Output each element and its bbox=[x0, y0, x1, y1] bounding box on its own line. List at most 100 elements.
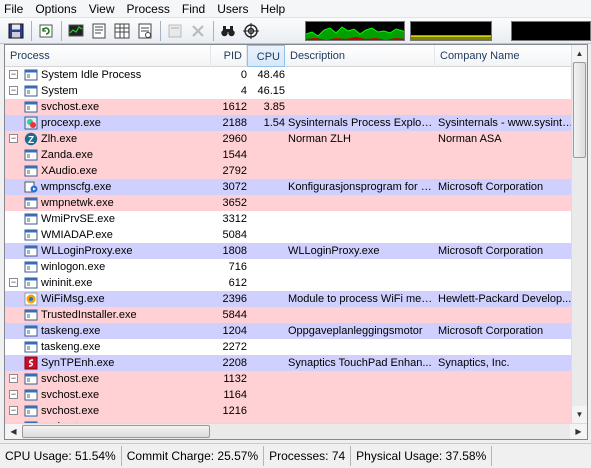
collapse-icon[interactable]: − bbox=[9, 374, 18, 383]
column-header-description[interactable]: Description bbox=[285, 45, 435, 67]
save-icon[interactable] bbox=[6, 21, 26, 41]
process-row[interactable]: WMIADAP.exe 5084 bbox=[5, 227, 575, 243]
process-description bbox=[288, 227, 434, 243]
collapse-icon[interactable]: − bbox=[9, 406, 18, 415]
collapse-icon[interactable]: − bbox=[9, 390, 18, 399]
collapse-icon[interactable]: − bbox=[9, 134, 18, 143]
scroll-up-icon[interactable]: ▲ bbox=[572, 45, 587, 62]
commit-graph[interactable] bbox=[410, 21, 492, 41]
process-row[interactable]: WLLoginProxy.exe 1808 WLLoginProxy.exe Micr… bbox=[5, 243, 575, 259]
process-name: svchost.exe bbox=[41, 405, 100, 417]
horizontal-scrollbar[interactable]: ◀ ▶ bbox=[5, 423, 587, 439]
handle-properties-icon[interactable] bbox=[165, 21, 185, 41]
process-name: procexp.exe bbox=[41, 117, 101, 129]
window-icon bbox=[24, 148, 38, 162]
process-name: System bbox=[41, 85, 78, 97]
menu-help[interactable]: Help bbox=[255, 0, 292, 18]
process-row[interactable]: Zanda.exe 1544 bbox=[5, 147, 575, 163]
process-row[interactable]: taskeng.exe 2272 bbox=[5, 339, 575, 355]
synaptics-icon bbox=[24, 356, 38, 370]
process-row[interactable]: procexp.exe 2188 1.54 Sysinternals Process … bbox=[5, 115, 575, 131]
menu-options[interactable]: Options bbox=[29, 0, 82, 18]
process-row[interactable]: − svchost.exe 1132 bbox=[5, 371, 575, 387]
kill-process-icon[interactable] bbox=[188, 21, 208, 41]
target-icon[interactable] bbox=[241, 21, 261, 41]
tree-view-icon[interactable] bbox=[112, 21, 132, 41]
process-list[interactable]: Process PID CPU Description Company Name… bbox=[4, 44, 588, 440]
cpu-graph[interactable] bbox=[305, 21, 405, 41]
properties-icon[interactable] bbox=[89, 21, 109, 41]
process-row[interactable]: SynTPEnh.exe 2208 Synaptics TouchPad Enhan… bbox=[5, 355, 575, 371]
process-row[interactable]: taskeng.exe 1204 Oppgaveplanleggingsmotor M… bbox=[5, 323, 575, 339]
process-company bbox=[438, 307, 574, 323]
process-cpu: 1.54 bbox=[263, 117, 285, 129]
process-row[interactable]: svchost.exe 1612 3.85 bbox=[5, 99, 575, 115]
process-description bbox=[288, 67, 434, 83]
process-company bbox=[438, 371, 574, 387]
process-cpu bbox=[247, 179, 285, 195]
process-name: Zlh.exe bbox=[41, 133, 78, 145]
process-description bbox=[288, 211, 434, 227]
process-name: svchost.exe bbox=[41, 389, 100, 401]
process-pid: 2188 bbox=[222, 117, 247, 129]
process-company: Microsoft Corporation bbox=[438, 245, 544, 257]
process-description bbox=[288, 163, 434, 179]
window-icon bbox=[24, 244, 38, 258]
process-row[interactable]: XAudio.exe 2792 bbox=[5, 163, 575, 179]
scroll-right-icon[interactable]: ▶ bbox=[570, 424, 587, 439]
refresh-icon[interactable] bbox=[36, 21, 56, 41]
process-row[interactable]: − svchost.exe 1216 bbox=[5, 403, 575, 419]
process-cpu bbox=[247, 243, 285, 259]
column-header-pid[interactable]: PID bbox=[211, 45, 247, 67]
menu-users[interactable]: Users bbox=[211, 0, 254, 18]
column-header-cpu[interactable]: CPU bbox=[247, 45, 285, 67]
process-description bbox=[288, 147, 434, 163]
process-name: wmpnscfg.exe bbox=[41, 181, 112, 193]
menu-process[interactable]: Process bbox=[121, 0, 176, 18]
process-row[interactable]: wmpnetwk.exe 3652 bbox=[5, 195, 575, 211]
process-name: WiFiMsg.exe bbox=[41, 293, 105, 305]
process-cpu bbox=[247, 339, 285, 355]
process-company bbox=[438, 83, 574, 99]
column-header-process[interactable]: Process bbox=[5, 45, 211, 67]
process-cpu bbox=[247, 259, 285, 275]
process-row[interactable]: − System 4 46.15 bbox=[5, 83, 575, 99]
menu-find[interactable]: Find bbox=[176, 0, 211, 18]
process-pid: 2208 bbox=[222, 357, 247, 369]
process-description: Sysinternals Process Explorer bbox=[288, 117, 434, 129]
process-rows: − System Idle Process 0 48.46 − System 4 46.15 s… bbox=[5, 67, 575, 439]
scroll-down-icon[interactable]: ▼ bbox=[572, 406, 587, 423]
process-description bbox=[288, 403, 434, 419]
process-row[interactable]: winlogon.exe 716 bbox=[5, 259, 575, 275]
dll-view-icon[interactable] bbox=[135, 21, 155, 41]
collapse-icon[interactable]: − bbox=[9, 278, 18, 287]
menu-bar: File Options View Process Find Users Help bbox=[0, 0, 591, 18]
process-name: winlogon.exe bbox=[41, 261, 106, 273]
io-graph[interactable] bbox=[511, 21, 591, 41]
process-row[interactable]: wmpnscfg.exe 3072 Konfigurasjonsprogram fo… bbox=[5, 179, 575, 195]
process-row[interactable]: − wininit.exe 612 bbox=[5, 275, 575, 291]
process-description: Oppgaveplanleggingsmotor bbox=[288, 325, 423, 337]
process-pid: 1544 bbox=[222, 149, 247, 161]
menu-file[interactable]: File bbox=[0, 0, 29, 18]
vertical-scrollbar[interactable]: ▲ ▼ bbox=[571, 45, 587, 423]
process-cpu bbox=[247, 147, 285, 163]
collapse-icon[interactable]: − bbox=[9, 86, 18, 95]
collapse-icon[interactable]: − bbox=[9, 70, 18, 79]
process-row[interactable]: − Z Zlh.exe 2960 Norman ZLH Norman ASA bbox=[5, 131, 575, 147]
menu-view[interactable]: View bbox=[83, 0, 121, 18]
process-row[interactable]: WmiPrvSE.exe 3312 bbox=[5, 211, 575, 227]
process-pid: 3652 bbox=[222, 197, 247, 209]
status-commit-charge: Commit Charge: 25.57% bbox=[122, 446, 265, 466]
process-row[interactable]: WiFiMsg.exe 2396 Module to process WiFi me… bbox=[5, 291, 575, 307]
system-info-icon[interactable] bbox=[66, 21, 86, 41]
scroll-left-icon[interactable]: ◀ bbox=[5, 424, 22, 439]
horizontal-scroll-thumb[interactable] bbox=[22, 425, 210, 438]
find-icon[interactable] bbox=[218, 21, 238, 41]
scroll-thumb[interactable] bbox=[573, 62, 586, 158]
toolbar-separator bbox=[31, 20, 32, 41]
process-row[interactable]: TrustedInstaller.exe 5844 bbox=[5, 307, 575, 323]
column-header-company[interactable]: Company Name bbox=[435, 45, 575, 67]
process-row[interactable]: − System Idle Process 0 48.46 bbox=[5, 67, 575, 83]
process-row[interactable]: − svchost.exe 1164 bbox=[5, 387, 575, 403]
